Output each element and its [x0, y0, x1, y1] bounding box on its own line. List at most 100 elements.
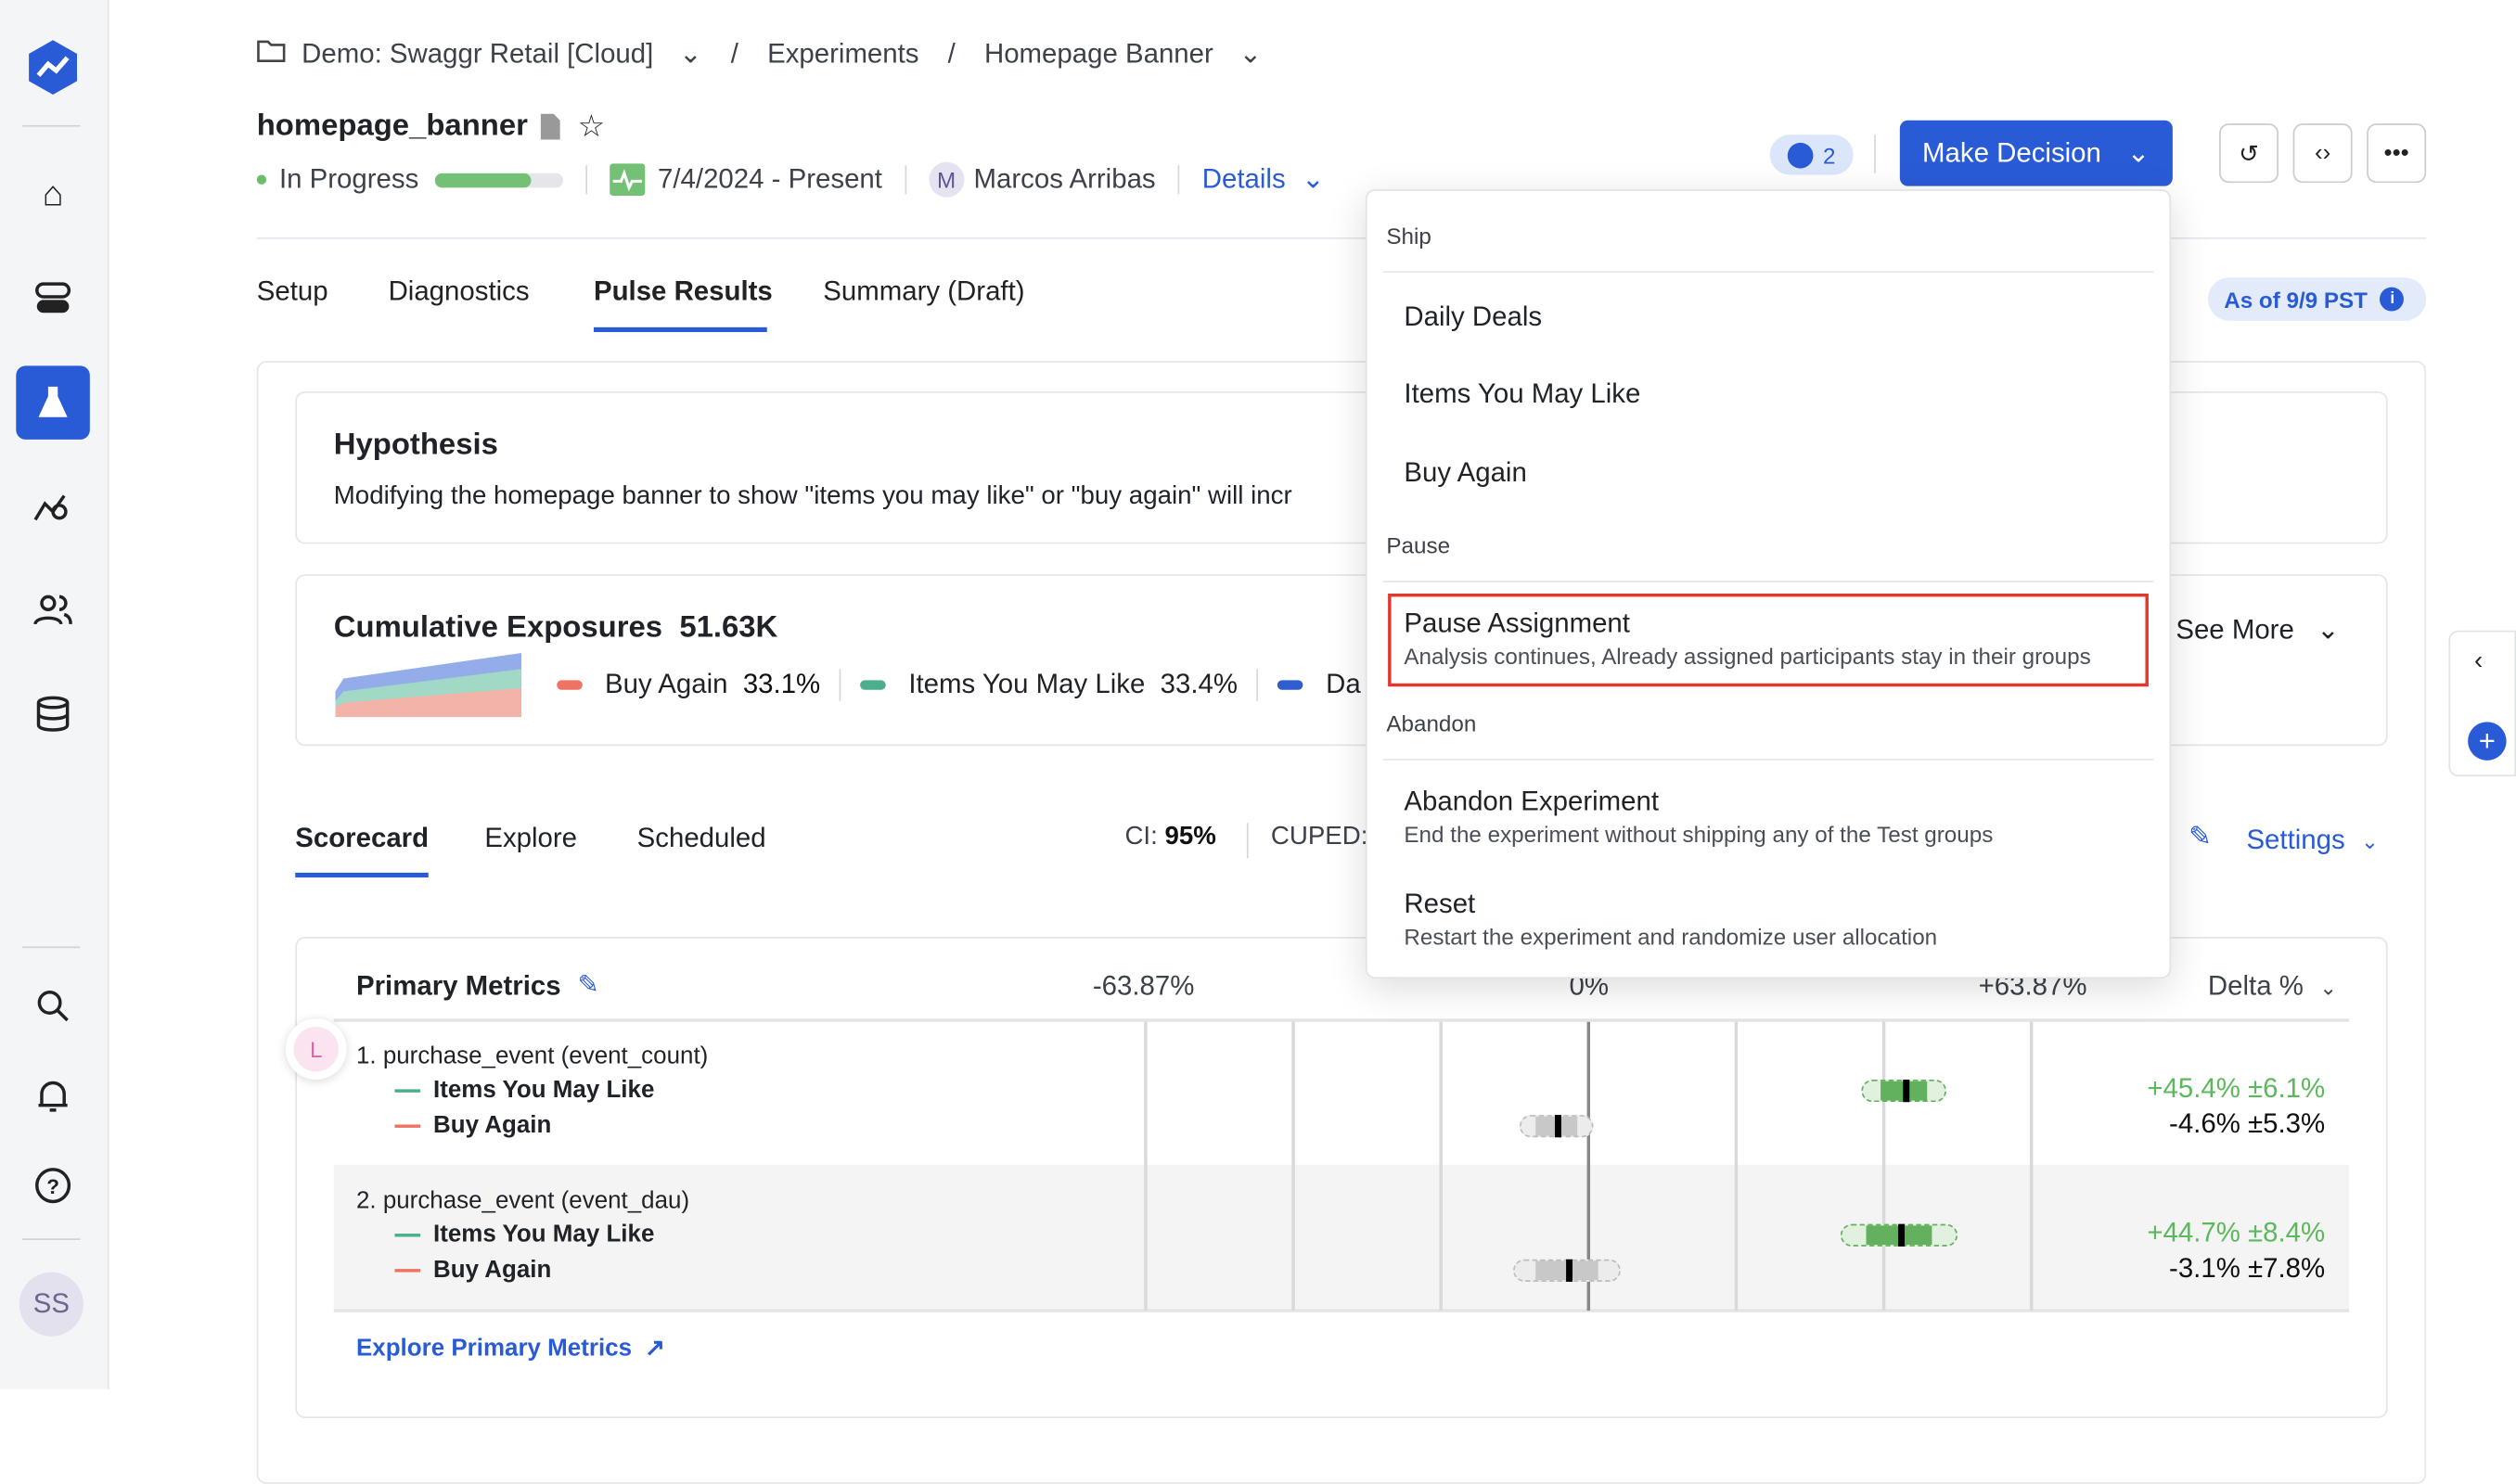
progress-bar [434, 172, 563, 187]
menu-section-pause: Pause [1386, 532, 1451, 558]
exposures-sparkline [335, 652, 522, 718]
status-dot [256, 174, 267, 185]
more-button[interactable]: ••• [2367, 123, 2427, 184]
menu-item-reset[interactable]: Reset [1404, 889, 1475, 921]
delta-value: +44.7% ±8.4% [2147, 1217, 2326, 1248]
menu-section-abandon: Abandon [1386, 710, 1477, 736]
delta-value: -3.1% ±7.8% [2169, 1252, 2326, 1284]
users-icon[interactable] [16, 572, 90, 646]
menu-section-ship: Ship [1386, 223, 1431, 249]
as-of-pill: As of 9/9 PST i [2207, 277, 2427, 321]
grid-line [1881, 1021, 1886, 1311]
ci-bar[interactable] [1512, 1259, 1622, 1282]
add-comment-icon[interactable]: + [2468, 722, 2507, 761]
settings-button[interactable]: Settings ⌄ [2246, 825, 2378, 857]
review-icon [1787, 142, 1814, 168]
grid-line [2029, 1021, 2034, 1311]
pulse-icon [610, 163, 646, 197]
pencil-icon[interactable]: ✎ [578, 969, 599, 1002]
menu-item-abandon-experiment[interactable]: Abandon Experiment [1404, 787, 1659, 819]
delta-value: -4.6% ±5.3% [2169, 1108, 2326, 1140]
ci-bar[interactable] [1520, 1115, 1594, 1138]
tab-pulse-results[interactable]: Pulse Results [594, 275, 773, 308]
see-more-button[interactable]: See More ⌄ [2176, 614, 2339, 646]
user-avatar[interactable]: SS [19, 1272, 83, 1337]
tab-setup[interactable]: Setup [257, 275, 328, 308]
hypothesis-title: Hypothesis [333, 428, 498, 463]
tab-diagnostics[interactable]: Diagnostics [389, 275, 530, 308]
owner-avatar: M [929, 161, 965, 198]
copy-icon[interactable] [539, 112, 561, 141]
chevron-down-icon[interactable]: ⌄ [679, 39, 702, 71]
side-panel-toggle[interactable]: ‹ + [2448, 630, 2516, 777]
abandon-desc: End the experiment without shipping any … [1404, 821, 1994, 848]
metric-name[interactable]: 2. purchase_event (event_dau) [356, 1187, 689, 1214]
history-button[interactable]: ↺ [2219, 123, 2279, 184]
grid-line [1439, 1021, 1443, 1311]
chevron-down-icon[interactable]: ⌄ [1302, 163, 1325, 196]
chevron-down-icon[interactable]: ⌄ [1239, 39, 1262, 71]
make-decision-button[interactable]: Make Decision ⌄ [1899, 120, 2173, 186]
reviews-badge[interactable]: 2 [1769, 134, 1854, 175]
owner-name: Marcos Arribas [973, 163, 1156, 195]
analytics-icon[interactable] [16, 470, 90, 544]
code-icon: ‹› [2314, 139, 2331, 167]
status-row: In Progress 7/4/2024 - Present M Marcos … [256, 161, 1325, 198]
search-icon[interactable] [16, 969, 90, 1043]
logo-icon[interactable] [16, 31, 90, 105]
metric-group: Items You May Like [394, 1077, 654, 1104]
grid-line [1144, 1021, 1148, 1311]
info-icon: i [2380, 287, 2405, 312]
legend-dot-items [860, 680, 887, 690]
svg-text:?: ? [46, 1175, 59, 1198]
pencil-icon[interactable]: ✎ [2189, 822, 2212, 854]
pause-assignment-label: Pause Assignment [1404, 608, 1630, 639]
code-button[interactable]: ‹› [2292, 123, 2353, 184]
exposures-total: 51.63K [679, 610, 778, 646]
details-link[interactable]: Details [1202, 163, 1286, 196]
breadcrumb-experiments[interactable]: Experiments [767, 39, 918, 71]
more-icon: ••• [2383, 139, 2409, 167]
tab-explore[interactable]: Explore [484, 823, 577, 855]
history-icon: ↺ [2239, 140, 2259, 168]
feature-gates-icon[interactable] [16, 262, 90, 336]
metrics-title: Primary Metrics [355, 970, 561, 1002]
home-icon[interactable]: ⌂ [16, 158, 90, 232]
experiments-icon[interactable] [16, 365, 90, 440]
collaborator-avatar[interactable]: L [285, 1018, 347, 1081]
delta-value: +45.4% ±6.1% [2147, 1073, 2326, 1104]
chevron-left-icon[interactable]: ‹ [2474, 648, 2483, 677]
legend-dot-buy-again [557, 680, 583, 690]
grid-line [1734, 1021, 1739, 1311]
bell-icon[interactable] [16, 1059, 90, 1133]
ci-setting: CI: 95% [1124, 823, 1216, 851]
star-icon[interactable]: ☆ [578, 109, 605, 147]
make-decision-menu: Ship Daily Deals Items You May Like Buy … [1365, 189, 2172, 979]
ci-bar[interactable] [1841, 1223, 1958, 1247]
explore-primary-metrics-link[interactable]: Explore Primary Metrics ↗ [356, 1333, 665, 1362]
breadcrumb-project[interactable]: Demo: Swaggr Retail [Cloud] [302, 39, 653, 71]
tab-summary[interactable]: Summary (Draft) [823, 275, 1024, 308]
tab-scheduled[interactable]: Scheduled [637, 823, 766, 855]
database-icon[interactable] [16, 677, 90, 751]
exposures-legend: Buy Again 33.1% Items You May Like 33.4%… [557, 669, 1361, 701]
metric-group: Buy Again [394, 1112, 551, 1139]
help-icon[interactable]: ? [16, 1148, 90, 1222]
breadcrumb-experiment[interactable]: Homepage Banner [984, 39, 1213, 71]
tab-scorecard[interactable]: Scorecard [295, 823, 429, 855]
ci-bar[interactable] [1861, 1080, 1946, 1103]
page-title: homepage_banner [256, 109, 528, 143]
menu-item-daily-deals[interactable]: Daily Deals [1404, 301, 1542, 334]
grid-line [1291, 1021, 1295, 1311]
axis-label-min: -63.87% [1092, 970, 1195, 1002]
metric-name[interactable]: 1. purchase_event (event_count) [356, 1043, 708, 1069]
menu-item-buy-again[interactable]: Buy Again [1404, 457, 1526, 490]
breadcrumb: Demo: Swaggr Retail [Cloud] ⌄ / Experime… [257, 39, 1262, 71]
delta-dropdown[interactable]: Delta % ⌄ [2208, 970, 2337, 1003]
legend-dot-da [1277, 680, 1303, 690]
chevron-down-icon: ⌄ [2126, 136, 2150, 168]
reset-desc: Restart the experiment and randomize use… [1404, 924, 1938, 950]
date-range: 7/4/2024 - Present [658, 163, 882, 195]
sidebar: ⌂ ? SS [0, 0, 109, 1389]
menu-item-items-you-may-like[interactable]: Items You May Like [1404, 378, 1640, 411]
